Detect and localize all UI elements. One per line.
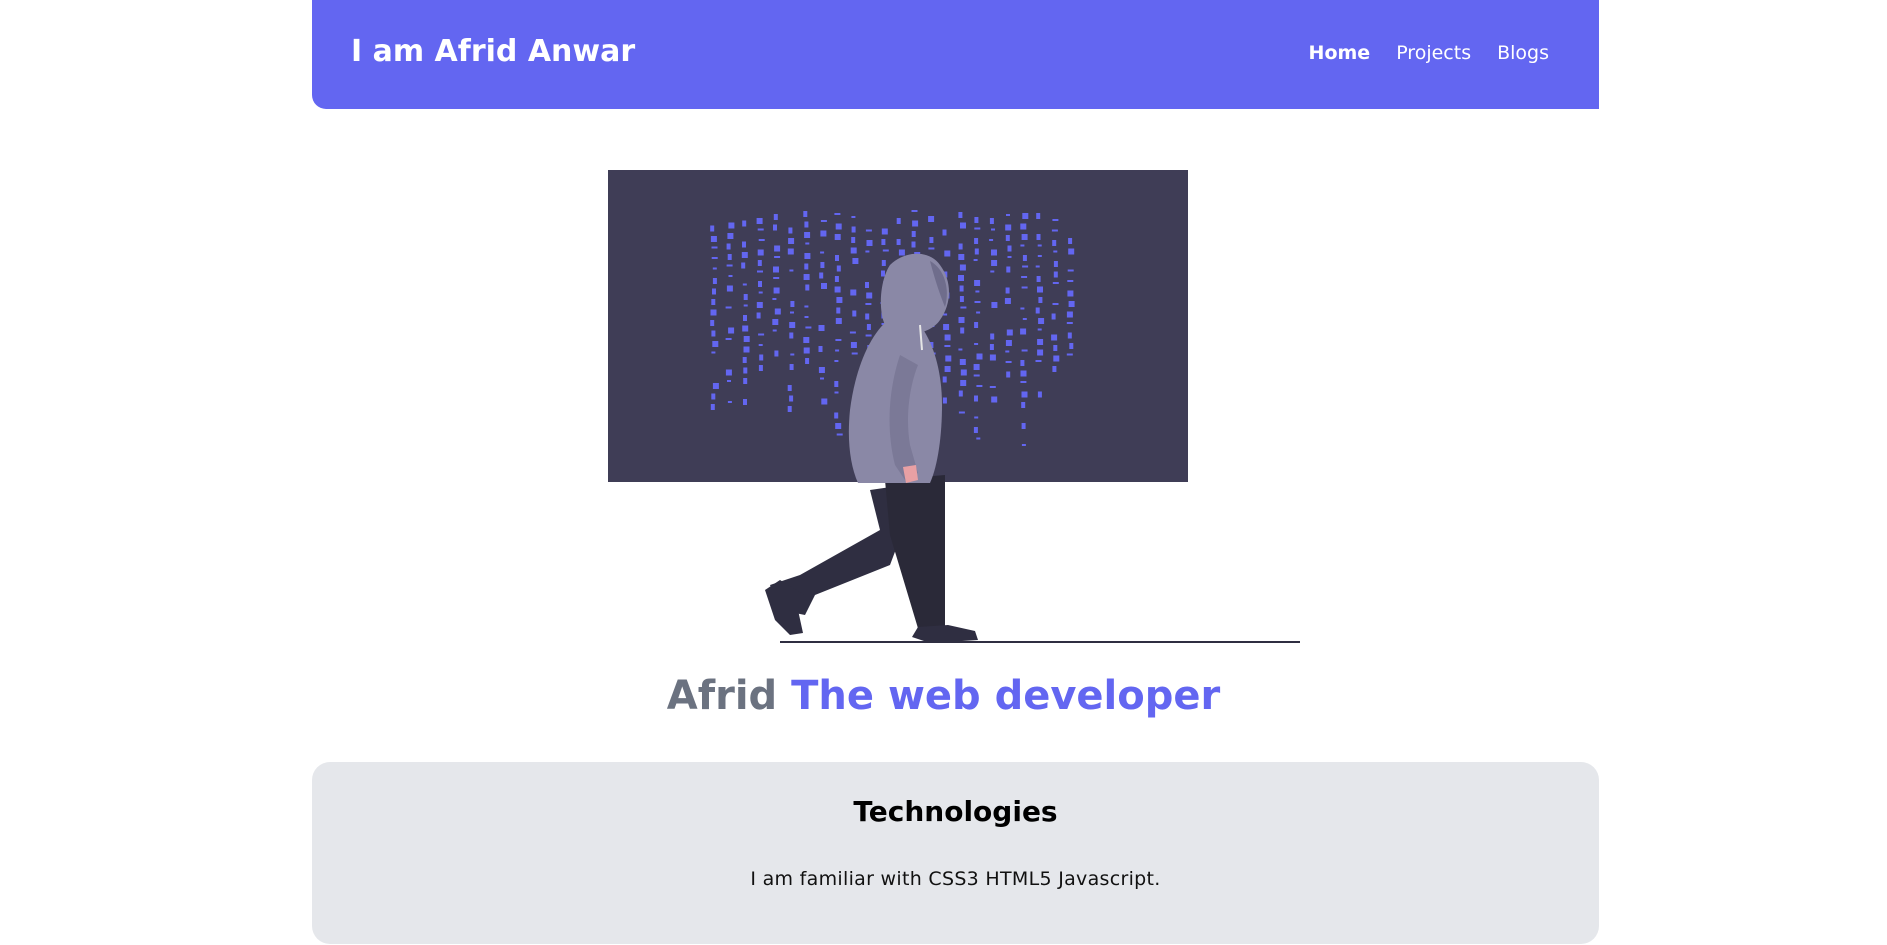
brand-title[interactable]: I am Afrid Anwar <box>351 34 635 70</box>
technologies-text: I am familiar with CSS3 HTML5 Javascript… <box>750 868 1161 890</box>
technologies-card: Technologies I am familiar with CSS3 HTM… <box>312 762 1599 944</box>
technologies-title: Technologies <box>853 795 1058 828</box>
main-nav: Home Projects Blogs <box>1309 39 1549 67</box>
nav-blogs-link[interactable]: Blogs <box>1497 39 1549 67</box>
hacker-illustration <box>608 170 1300 643</box>
hero-tagline: Afrid The web developer <box>0 670 1887 722</box>
nav-home-link[interactable]: Home <box>1309 39 1371 67</box>
tagline-role: The web developer <box>791 673 1221 719</box>
tagline-name: Afrid <box>666 673 778 719</box>
nav-projects-link[interactable]: Projects <box>1396 39 1471 67</box>
hero-illustration <box>600 165 1320 645</box>
site-header: I am Afrid Anwar Home Projects Blogs <box>312 0 1599 109</box>
